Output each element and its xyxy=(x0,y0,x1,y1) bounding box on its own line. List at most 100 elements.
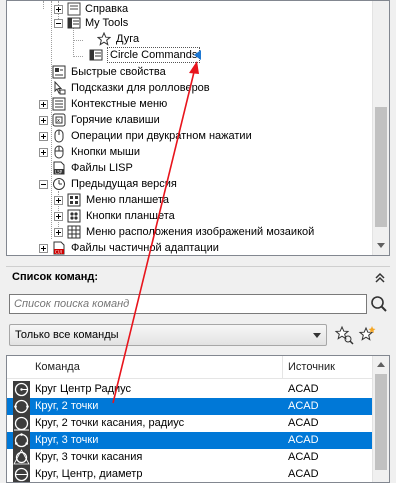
tree-item-label: Файлы частичной адаптации xyxy=(71,242,219,254)
context-menu-icon xyxy=(52,97,66,111)
partial-cui-icon: CUI xyxy=(53,241,65,255)
tree-item-label: Контекстные меню xyxy=(71,98,168,110)
svg-text:LSP: LSP xyxy=(55,170,63,175)
source-cell: ACAD xyxy=(288,417,319,429)
collapse-icon[interactable] xyxy=(39,180,48,189)
tree-item-label: Операции при двукратном нажатии xyxy=(71,130,252,142)
tree-item-context-menus[interactable]: Контекстные меню xyxy=(7,96,367,112)
collapse-icon[interactable] xyxy=(54,19,63,28)
command-list-title: Список команд: xyxy=(12,271,99,283)
command-cell: Круг Центр Радиус xyxy=(35,383,132,395)
table-row[interactable]: Круг, Центр, диаметр ACAD xyxy=(7,466,374,482)
scrollbar-thumb[interactable] xyxy=(375,107,387,227)
new-command-icon[interactable] xyxy=(357,325,377,345)
table-row[interactable]: Круг, 3 точки касания ACAD xyxy=(7,449,374,466)
scroll-up-icon[interactable] xyxy=(377,362,385,367)
rollover-tooltip-icon xyxy=(54,81,66,95)
command-cell: Круг, 2 точки xyxy=(35,400,99,412)
tree-item-my-tools[interactable]: My Tools xyxy=(7,15,367,31)
double-click-icon xyxy=(54,129,64,143)
tree-item-arc[interactable]: Дуга xyxy=(7,31,367,47)
table-row[interactable]: Круг, 2 точки касания, радиус ACAD xyxy=(7,415,374,432)
toolbar-icon xyxy=(67,17,81,29)
expand-icon[interactable] xyxy=(39,116,48,125)
command-cell: Круг, 3 точки xyxy=(35,434,99,446)
command-cell: Круг, Центр, диаметр xyxy=(35,468,143,480)
find-command-icon[interactable] xyxy=(334,325,354,345)
tree-item-mouse-buttons[interactable]: Кнопки мыши xyxy=(7,144,367,160)
tree-item-lisp-files[interactable]: LSP Файлы LISP xyxy=(7,160,367,176)
tablet-buttons-icon xyxy=(67,209,81,223)
tree-item-circle-commands[interactable]: Circle Commands xyxy=(7,47,367,63)
scrollbar-thumb[interactable] xyxy=(375,374,387,470)
table-scrollbar[interactable] xyxy=(372,356,389,482)
source-cell: ACAD xyxy=(288,383,319,395)
tree-item-label: Меню планшета xyxy=(86,194,169,206)
svg-text:CUI: CUI xyxy=(55,250,62,255)
expand-icon[interactable] xyxy=(39,132,48,141)
command-table[interactable]: Команда Источник Круг Центр Радиус ACAD … xyxy=(6,355,390,483)
insertion-marker-icon xyxy=(194,50,201,60)
column-header-source[interactable]: Источник xyxy=(288,361,335,373)
expand-icon[interactable] xyxy=(54,228,63,237)
tree-item-tablet-buttons[interactable]: Кнопки планшета xyxy=(7,208,367,224)
search-icon[interactable] xyxy=(370,295,388,313)
expand-icon[interactable] xyxy=(39,100,48,109)
expand-icon[interactable] xyxy=(54,196,63,205)
lisp-file-icon: LSP xyxy=(53,161,65,175)
command-cell: Круг, 3 точки касания xyxy=(35,451,143,463)
column-header-command[interactable]: Команда xyxy=(35,361,80,373)
tree-item-rollover-tooltips[interactable]: Подсказки для ролловеров xyxy=(7,80,367,96)
tree-item-legacy[interactable]: Предыдущая версия xyxy=(7,176,367,192)
expand-icon[interactable] xyxy=(39,148,48,157)
customization-tree[interactable]: Справка My Tools Дуга Circle Commands Бы… xyxy=(6,0,390,256)
command-filter-select[interactable]: Только все команды xyxy=(9,324,327,346)
source-cell: ACAD xyxy=(288,451,319,463)
command-search-input[interactable] xyxy=(10,295,366,313)
tree-item-label: Меню расположения изображений мозаикой xyxy=(86,226,315,238)
chevron-down-icon xyxy=(313,333,321,338)
tree-item-label: Кнопки планшета xyxy=(86,210,175,222)
command-list-header: Список команд: xyxy=(6,266,390,288)
tree-item-tablet-menus[interactable]: Меню планшета xyxy=(7,192,367,208)
table-header: Команда Источник xyxy=(7,356,374,379)
tree-item-quick-properties[interactable]: Быстрые свойства xyxy=(7,64,367,80)
image-tile-menu-icon xyxy=(67,225,81,239)
tree-item-hotkeys[interactable]: x Горячие клавиши xyxy=(7,112,367,128)
circle-2-point-icon xyxy=(13,398,30,415)
table-row[interactable]: Круг, 3 точки ACAD xyxy=(7,432,374,449)
circle-center-diameter-icon xyxy=(13,466,30,482)
expand-icon[interactable] xyxy=(54,212,63,221)
legacy-icon xyxy=(53,178,65,190)
circle-command-icon xyxy=(13,381,30,398)
tree-item-label: Предыдущая версия xyxy=(71,178,177,190)
command-search-box[interactable] xyxy=(9,294,367,314)
collapse-panel-icon[interactable] xyxy=(373,271,387,285)
tree-item-partial-cui[interactable]: CUI Файлы частичной адаптации xyxy=(7,240,367,255)
quick-properties-icon xyxy=(52,65,66,79)
filter-value: Только все команды xyxy=(15,329,119,341)
source-cell: ACAD xyxy=(288,434,319,446)
tree-item-label: Подсказки для ролловеров xyxy=(71,82,210,94)
circle-3-point-icon xyxy=(13,432,30,449)
tree-scrollbar[interactable] xyxy=(372,1,389,255)
tree-item-label: Файлы LISP xyxy=(71,162,133,174)
keyboard-icon: x xyxy=(52,113,66,127)
tree-item-label: Быстрые свойства xyxy=(71,66,166,78)
source-cell: ACAD xyxy=(288,400,319,412)
svg-text:x: x xyxy=(57,118,60,124)
help-icon xyxy=(67,2,81,16)
tree-item-label: Горячие клавиши xyxy=(71,114,160,126)
tree-item-label: My Tools xyxy=(85,17,129,29)
mouse-icon xyxy=(54,145,64,159)
tree-item-image-tile-menus[interactable]: Меню расположения изображений мозаикой xyxy=(7,224,367,240)
expand-icon[interactable] xyxy=(54,5,63,14)
circle-tan-tan-radius-icon xyxy=(13,415,30,432)
command-cell: Круг, 2 точки касания, радиус xyxy=(35,417,185,429)
tree-item-double-click[interactable]: Операции при двукратном нажатии xyxy=(7,128,367,144)
table-row[interactable]: Круг Центр Радиус ACAD xyxy=(7,381,374,398)
table-row[interactable]: Круг, 2 точки ACAD xyxy=(7,398,374,415)
star-icon xyxy=(97,32,111,46)
scroll-down-icon[interactable] xyxy=(377,243,385,248)
expand-icon[interactable] xyxy=(39,244,48,253)
